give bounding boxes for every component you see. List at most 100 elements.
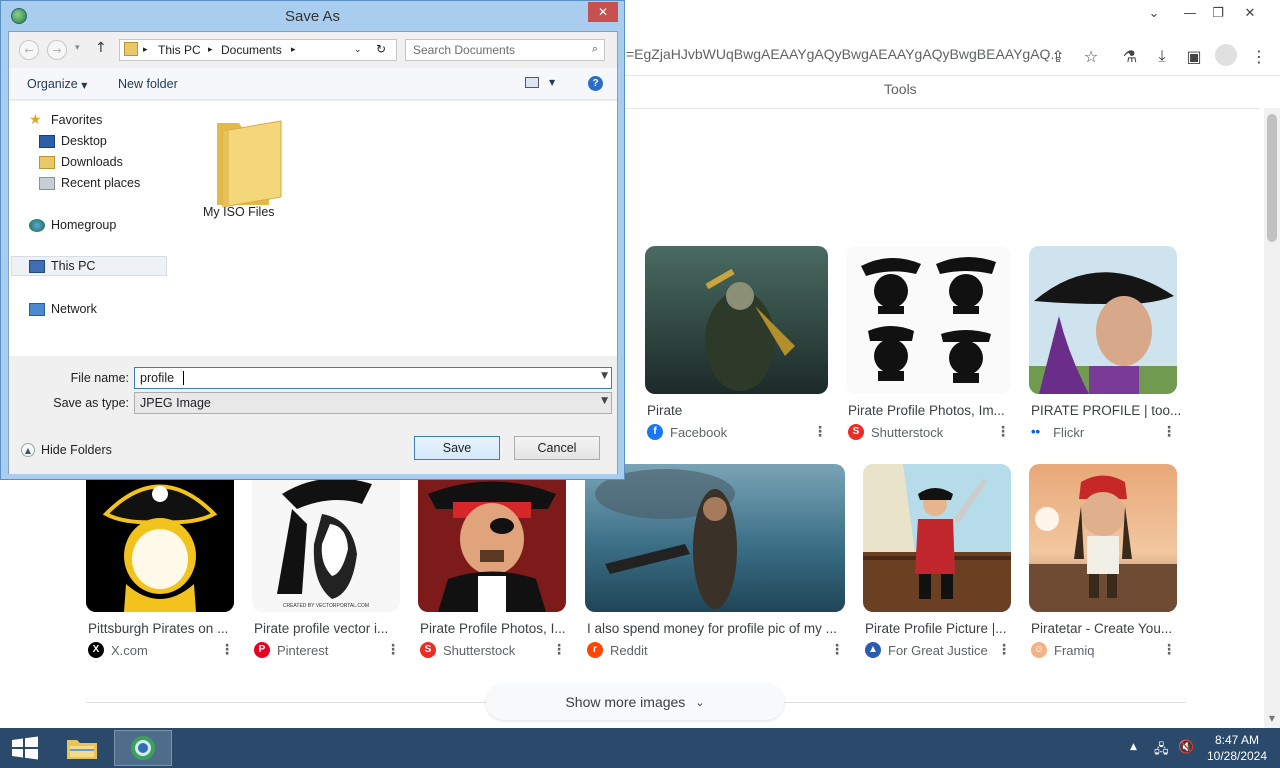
bookmark-star-icon[interactable]: ☆ [1077, 42, 1105, 70]
hide-folders-button[interactable]: ▲ Hide Folders [21, 443, 112, 457]
more-options-icon[interactable]: ⋮ [996, 424, 1010, 440]
save-button[interactable]: Save [414, 436, 500, 460]
up-arrow-icon[interactable]: ↑ [95, 40, 107, 56]
organize-menu[interactable]: Organize ▼ [27, 77, 87, 91]
image-title[interactable]: Pirate profile vector i... [254, 621, 388, 636]
cancel-button[interactable]: Cancel [514, 436, 600, 460]
image-title[interactable]: Pirate Profile Picture |... [865, 621, 1007, 636]
volume-muted-icon[interactable]: 🔇 [1178, 740, 1194, 755]
more-options-icon[interactable]: ⋮ [997, 642, 1011, 658]
image-source[interactable]: r Reddit [587, 642, 648, 658]
windows-start-button[interactable] [10, 736, 40, 760]
image-thumbnail[interactable] [1029, 464, 1177, 612]
tools-tab[interactable]: Tools [884, 81, 917, 97]
more-options-icon[interactable]: ⋮ [813, 424, 827, 440]
search-icon[interactable]: ⌕ [592, 42, 598, 56]
forward-arrow-icon[interactable]: → [47, 40, 67, 60]
address-bar-url[interactable]: =EgZjaHJvbWUqBwgAEAAYgAQyBwgAEAAYgAQyBwg… [626, 46, 1062, 62]
nav-this-pc[interactable]: This PC [11, 256, 167, 276]
close-window-icon[interactable]: ✕ [1233, 0, 1267, 26]
nav-recent-places[interactable]: Recent places [39, 176, 140, 190]
image-source[interactable]: ▲ For Great Justice [865, 642, 988, 658]
address-dropdown-icon[interactable]: ⌄ [354, 45, 362, 55]
image-thumbnail[interactable] [645, 246, 828, 394]
downloads-icon[interactable]: ⤓ [1148, 42, 1176, 70]
image-source[interactable]: X X.com [88, 642, 148, 658]
image-title[interactable]: PIRATE PROFILE | too... [1031, 403, 1181, 418]
restore-icon[interactable]: ❐ [1201, 0, 1235, 26]
image-title[interactable]: I also spend money for profile pic of my… [587, 621, 837, 636]
network-status-icon[interactable]: 🖧 [1154, 740, 1169, 762]
more-options-icon[interactable]: ⋮ [220, 642, 234, 658]
side-panel-icon[interactable]: ▣ [1180, 42, 1208, 70]
search-documents-input[interactable]: Search Documents ⌕ [405, 39, 605, 61]
nav-downloads[interactable]: Downloads [39, 155, 123, 169]
nav-homegroup[interactable]: Homegroup [29, 218, 116, 232]
image-result[interactable]: CREATED BY VECTORPORTAL.COM Pirate profi… [252, 464, 402, 664]
image-title[interactable]: Pirate Profile Photos, I... [420, 621, 566, 636]
show-more-images-button[interactable]: Show more images ⌄ [486, 684, 784, 720]
chrome-taskbar-button[interactable] [114, 730, 172, 766]
image-source[interactable]: f Facebook [647, 424, 727, 440]
address-bar[interactable]: ▸ This PC ▸ Documents ▸ ⌄ ↻ [119, 39, 397, 61]
profile-avatar[interactable] [1215, 44, 1237, 66]
image-result[interactable]: Piratetar - Create You... ☺ Framiq ⋮ [1029, 464, 1179, 664]
breadcrumb-documents[interactable]: Documents [221, 43, 282, 57]
nav-desktop[interactable]: Desktop [39, 134, 107, 148]
file-explorer-taskbar-button[interactable] [58, 730, 106, 766]
scroll-down-arrow[interactable]: ▼ [1264, 714, 1280, 724]
more-options-icon[interactable]: ⋮ [1162, 642, 1176, 658]
nav-favorites[interactable]: ★ Favorites [29, 113, 102, 128]
image-title[interactable]: Pirate Profile Photos, Im... [848, 403, 1005, 418]
image-source[interactable]: •• Flickr [1031, 424, 1084, 440]
more-options-icon[interactable]: ⋮ [1162, 424, 1176, 440]
nav-network[interactable]: Network [29, 302, 97, 316]
refresh-icon[interactable]: ↻ [376, 42, 386, 56]
view-options-icon[interactable] [525, 77, 539, 88]
image-result[interactable]: I also spend money for profile pic of my… [585, 464, 847, 664]
scrollbar-thumb[interactable] [1267, 114, 1277, 242]
extensions-icon[interactable]: ⚗ [1116, 42, 1144, 70]
folder-item[interactable]: My ISO Files [189, 107, 329, 231]
image-title[interactable]: Pirate [647, 403, 682, 418]
image-source[interactable]: ☺ Framiq [1031, 642, 1094, 658]
share-icon[interactable]: ⇪ [1044, 42, 1072, 70]
chevron-down-icon[interactable]: ▼ [601, 371, 608, 381]
scrollbar[interactable]: ▼ [1264, 108, 1280, 728]
new-folder-button[interactable]: New folder [118, 77, 178, 91]
more-options-icon[interactable]: ⋮ [552, 642, 566, 658]
help-icon[interactable]: ? [588, 76, 603, 91]
image-source[interactable]: P Pinterest [254, 642, 328, 658]
image-source[interactable]: S Shutterstock [848, 424, 943, 440]
image-thumbnail[interactable] [418, 464, 566, 612]
tab-search-icon[interactable]: ⌄ [1137, 0, 1171, 26]
menu-icon[interactable]: ⋮ [1245, 42, 1273, 70]
show-hidden-icons-icon[interactable]: ▲ [1130, 742, 1137, 752]
more-options-icon[interactable]: ⋮ [830, 642, 844, 658]
dialog-titlebar[interactable]: Save As ✕ [1, 1, 624, 31]
image-result[interactable]: Pirate f Facebook ⋮ [645, 246, 830, 446]
more-options-icon[interactable]: ⋮ [386, 642, 400, 658]
image-thumbnail[interactable] [863, 464, 1011, 612]
image-thumbnail[interactable] [86, 464, 234, 612]
file-name-input[interactable]: profile ▼ [134, 367, 612, 389]
close-icon[interactable]: ✕ [588, 2, 618, 22]
image-title[interactable]: Piratetar - Create You... [1031, 621, 1172, 636]
breadcrumb-this-pc[interactable]: This PC [158, 43, 201, 57]
image-source[interactable]: S Shutterstock [420, 642, 515, 658]
image-result[interactable]: Pirate Profile Photos, Im... S Shuttersto… [846, 246, 1016, 446]
image-result[interactable]: Pittsburgh Pirates on ... X X.com ⋮ [86, 464, 236, 664]
image-result[interactable]: PIRATE PROFILE | too... •• Flickr ⋮ [1029, 246, 1181, 446]
image-thumbnail[interactable]: CREATED BY VECTORPORTAL.COM [252, 464, 400, 612]
image-thumbnail[interactable] [585, 464, 845, 612]
recent-locations-chevron-icon[interactable]: ▾ [75, 43, 80, 53]
image-result[interactable]: Pirate Profile Picture |... ▲ For Great J… [863, 464, 1013, 664]
back-arrow-icon[interactable]: ← [19, 40, 39, 60]
image-result[interactable]: Pirate Profile Photos, I... S Shutterstoc… [418, 464, 568, 664]
save-as-type-select[interactable]: JPEG Image ▼ [134, 392, 612, 414]
image-thumbnail[interactable] [1029, 246, 1177, 394]
image-title[interactable]: Pittsburgh Pirates on ... [88, 621, 228, 636]
taskbar-clock[interactable]: 8:47 AM 10/28/2024 [1200, 732, 1274, 764]
view-dropdown-icon[interactable]: ▼ [549, 78, 555, 87]
image-thumbnail[interactable] [846, 246, 1011, 394]
